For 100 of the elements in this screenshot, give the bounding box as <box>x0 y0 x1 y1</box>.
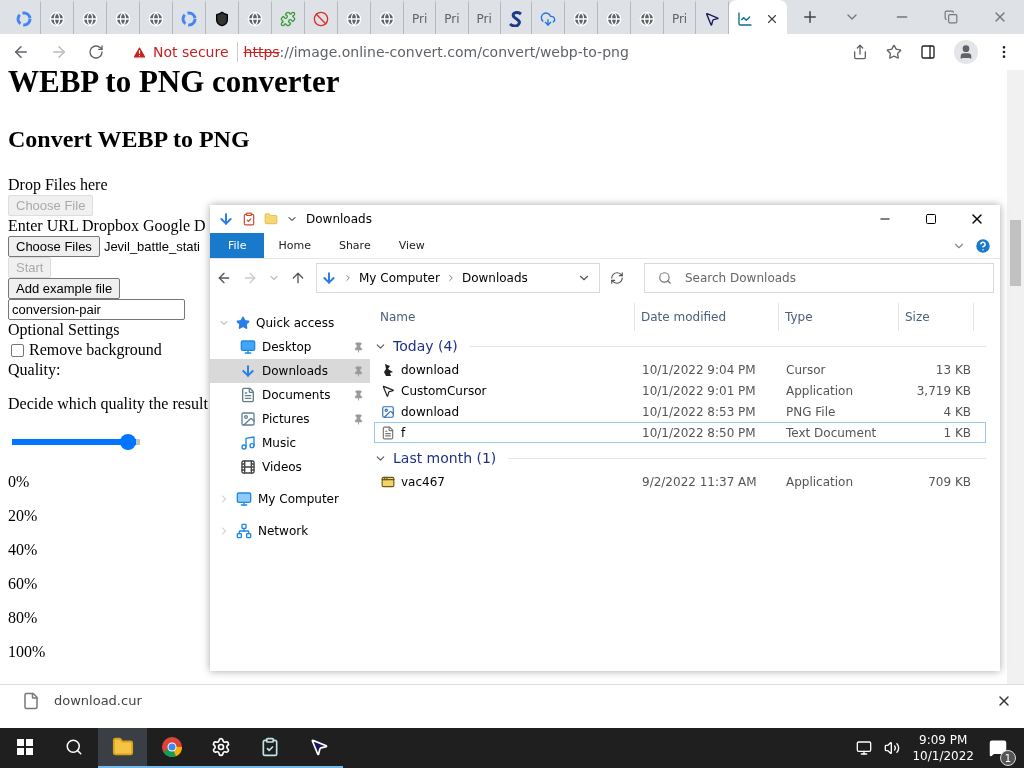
bookmark-star-icon[interactable] <box>886 44 902 60</box>
address-bar[interactable]: My Computer Downloads <box>316 263 600 293</box>
computer-icon <box>236 491 252 507</box>
ribbon-tab[interactable]: View <box>384 233 439 258</box>
download-file-name[interactable]: download.cur <box>54 693 142 708</box>
windows-icon[interactable] <box>16 739 33 755</box>
side-panel-icon[interactable] <box>920 44 936 60</box>
cursor-icon[interactable] <box>308 737 329 757</box>
page-title: WEBP to PNG converter <box>8 70 340 100</box>
swoosh-icon <box>508 10 523 27</box>
pin-icon <box>353 365 364 377</box>
taskbar-button[interactable] <box>98 728 147 768</box>
ban-icon <box>313 10 329 27</box>
sprite-icon <box>381 362 395 377</box>
column-header[interactable]: Type <box>779 303 899 331</box>
nav-item[interactable]: Pictures <box>210 407 370 431</box>
size-cell-text: 1 KB <box>942 425 972 440</box>
breadcrumb-item[interactable]: My Computer <box>359 271 440 285</box>
group-header[interactable]: Last month (1) <box>393 450 497 466</box>
up-icon[interactable] <box>290 270 306 286</box>
cloud-download-icon <box>539 10 556 27</box>
document-icon <box>240 387 256 403</box>
file-name: vac467 <box>401 474 445 489</box>
globe-icon <box>82 10 98 27</box>
profile-avatar[interactable] <box>954 40 978 64</box>
folder-icon[interactable] <box>111 736 134 758</box>
date-cell-text: 10/1/2022 9:01 PM <box>641 383 757 398</box>
reload-icon[interactable] <box>88 44 104 60</box>
nav-item[interactable]: Music <box>210 431 370 455</box>
nav-item[interactable]: Desktop <box>210 335 370 359</box>
file-name: Jevil_battle_stati <box>103 237 200 256</box>
file-row[interactable]: CustomCursor 10/1/2022 9:01 PM Application 3,719 KB <box>374 380 986 401</box>
column-header[interactable]: Name <box>374 303 635 331</box>
column-header[interactable]: Size <box>899 303 974 331</box>
download-icon <box>218 211 234 227</box>
notification-icon[interactable] <box>989 739 1007 757</box>
refresh-icon[interactable] <box>610 271 624 285</box>
search-field[interactable]: Search Downloads <box>644 263 994 293</box>
network-icon[interactable] <box>856 740 873 756</box>
scroll-thumb[interactable] <box>1010 220 1021 286</box>
preset-field[interactable]: conversion-pair <box>8 299 185 320</box>
restore-icon[interactable] <box>944 10 958 24</box>
quality-step: 40% <box>8 540 46 560</box>
notification-badge: 1 <box>1000 750 1016 766</box>
globe-icon <box>148 10 164 27</box>
nav-item[interactable]: Videos <box>210 455 370 479</box>
file-icon <box>22 691 40 710</box>
globe-icon <box>379 10 395 27</box>
optional-settings-label: Optional Settings <box>8 320 120 340</box>
add-example-button[interactable]: Add example file <box>8 278 121 299</box>
quality-step: 0% <box>8 472 46 492</box>
page-scrollbar[interactable] <box>1007 70 1024 684</box>
date-cell-text: 10/1/2022 8:50 PM <box>641 425 757 440</box>
settings-icon[interactable] <box>210 737 231 757</box>
column-header[interactable]: Date modified <box>635 303 779 331</box>
ribbon-tab[interactable]: Home <box>264 233 325 258</box>
chart-icon <box>737 10 754 27</box>
download-icon <box>240 363 256 379</box>
group-header[interactable]: Today (4) <box>393 338 458 354</box>
file-row[interactable]: download 10/1/2022 9:04 PM Cursor 13 KB <box>374 359 986 380</box>
shield-icon <box>214 10 230 27</box>
breadcrumb-item[interactable]: Downloads <box>461 271 528 285</box>
nav-item[interactable]: Quick access <box>210 311 370 335</box>
drop-label: Drop Files here <box>8 175 108 195</box>
nav-item[interactable]: Downloads <box>210 359 370 383</box>
text-file-icon <box>381 425 395 440</box>
type-cell-text: Cursor <box>785 362 827 377</box>
monitor-icon <box>240 339 256 355</box>
nav-item[interactable]: My Computer <box>210 487 370 511</box>
help-icon[interactable] <box>974 236 992 255</box>
back-icon[interactable] <box>12 43 30 61</box>
nav-item[interactable]: Documents <box>210 383 370 407</box>
quality-step: 100% <box>8 642 46 662</box>
file-row[interactable]: vac467 9/2/2022 11:37 AM Application 709 KB <box>374 471 986 492</box>
ribbon-tab[interactable]: File <box>210 233 265 258</box>
app-icon <box>381 474 395 489</box>
volume-icon[interactable] <box>884 740 901 756</box>
address-url[interactable]: https://image.online-convert.com/convert/webp-to-png <box>243 44 629 60</box>
nav-item[interactable]: Network <box>210 519 370 543</box>
back-icon[interactable] <box>216 270 232 286</box>
file-row[interactable]: f 10/1/2022 8:50 PM Text Document 1 KB <box>374 422 986 443</box>
maximize-icon[interactable] <box>925 213 937 225</box>
globe-icon <box>346 10 362 27</box>
properties-icon[interactable] <box>242 212 256 226</box>
remove-background-checkbox[interactable] <box>11 343 24 357</box>
quality-step: 60% <box>8 574 46 594</box>
search-icon[interactable] <box>64 738 83 756</box>
size-cell-text: 4 KB <box>942 404 972 419</box>
chrome-icon[interactable] <box>160 736 183 758</box>
clock[interactable]: 9:09 PM 10/1/2022 <box>912 732 974 764</box>
file-row[interactable]: download 10/1/2022 8:53 PM PNG File 4 KB <box>374 401 986 422</box>
date-cell-text: 9/2/2022 11:37 AM <box>641 474 758 489</box>
music-icon <box>240 435 256 451</box>
date-cell-text: 10/1/2022 9:04 PM <box>641 362 757 377</box>
ribbon-tab[interactable]: Share <box>324 233 385 258</box>
globe-icon <box>49 10 65 27</box>
security-warning[interactable]: Not secure <box>132 42 238 62</box>
choose-files-button[interactable]: Choose Files <box>8 236 100 257</box>
quality-step: 20% <box>8 506 46 526</box>
share-icon[interactable] <box>852 44 868 60</box>
